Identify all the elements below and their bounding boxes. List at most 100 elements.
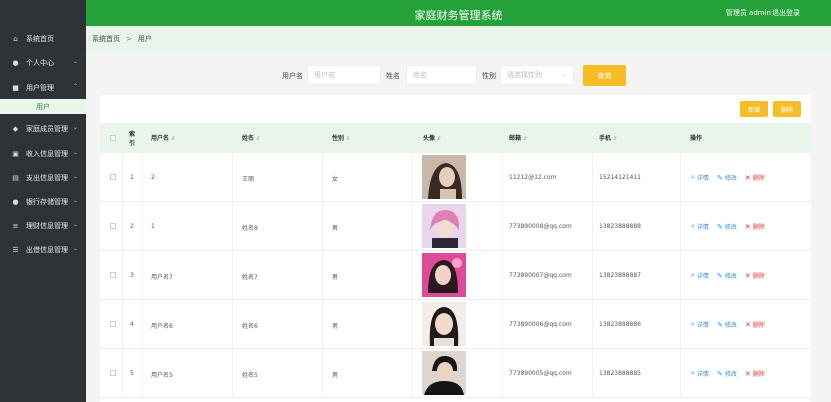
row-email: 773890005@qq.com [509,370,572,377]
app-title: 家庭财务管理系统 [414,9,503,22]
view-button[interactable]: ⌕ 详情 [691,222,709,231]
table-row: 5 用户名5 姓名5 男 773890005@qq.com 1382388888… [100,349,811,398]
sidebar-item-bank[interactable]: ● 银行存储管理 ⌄ [0,190,86,214]
row-name: 姓名7 [242,274,258,281]
sort-icon: ⇵ [256,136,261,142]
view-button[interactable]: ⌕ 详情 [691,369,709,378]
view-label: 详情 [696,224,709,231]
view-button[interactable]: ⌕ 详情 [691,271,709,280]
breadcrumb-home[interactable]: 系统首页 [92,34,120,44]
header-avatar-label: 头像 [423,135,436,142]
gender-select[interactable]: 请选择性别 ⌄ [500,65,574,85]
logout-link[interactable]: 退出登录 [772,8,800,18]
edit-button[interactable]: ✎ 修改 [717,222,737,232]
select-all-checkbox[interactable] [110,135,116,141]
sidebar-item-expense[interactable]: ▤ 支出信息管理 ⌄ [0,166,86,190]
row-phone: 13823888886 [599,321,641,328]
sidebar-item-finance[interactable]: ≡ 理财信息管理 ⌄ [0,214,86,238]
edit-label: 修改 [724,175,737,182]
view-button[interactable]: ⌕ 详情 [691,173,709,182]
header-index[interactable]: 索引 [129,130,139,148]
header-email[interactable]: 邮箱 ⇵ [509,133,527,142]
sidebar-item-income[interactable]: ▣ 收入信息管理 ⌄ [0,142,86,166]
sliders-icon: ≡ [12,222,19,230]
header-phone-label: 手机 [599,135,612,142]
header-phone[interactable]: 手机 ⇵ [599,133,617,142]
edit-button[interactable]: ✎ 修改 [717,173,737,183]
edit-button[interactable]: ✎ 修改 [717,320,737,330]
chevron-down-icon: ⌄ [72,124,78,131]
delete-row-button[interactable]: ✕ 删除 [745,369,765,379]
row-checkbox[interactable] [110,272,116,278]
name-input[interactable]: 姓名 [406,65,477,85]
row-phone: 13823888885 [599,370,641,377]
delete-row-button[interactable]: ✕ 删除 [745,173,765,183]
sidebar-item-home[interactable]: ⌂ 系统首页 [0,27,86,51]
edit-button[interactable]: ✎ 修改 [717,271,737,281]
chat-icon: ■ [12,84,19,92]
table-row: 2 1 姓名8 男 773890008@qq.com 13823888888 ⌕… [100,202,811,251]
sidebar-item-profile[interactable]: ● 个人中心 ⌄ [0,51,86,75]
name-label: 姓名 [386,72,400,80]
sidebar-item-label: 银行存储管理 [26,198,68,206]
username-input[interactable]: 用户名 [307,65,381,85]
chevron-down-icon: ⌄ [72,197,78,204]
sidebar-item-label: 用户管理 [26,84,54,92]
header-name[interactable]: 姓名 ⇵ [242,133,260,142]
close-icon: ✕ [744,320,751,329]
row-gender: 男 [332,274,339,281]
table-row: 4 用户名6 姓名6 男 773890006@qq.com 1382388888… [100,300,811,349]
row-username: 2 [151,174,155,181]
row-phone: 13823888887 [599,272,641,279]
current-user: 管理员 admin [725,9,771,17]
search-icon: ⌕ [691,320,695,328]
gender-select-placeholder: 请选择性别 [507,71,542,79]
sidebar-item-users[interactable]: ■ 用户管理 ⌃ [0,76,86,100]
breadcrumb: 系统首页 > 用户 [86,26,831,51]
search-bar: 用户名 用户名 姓名 姓名 性别 请选择性别 ⌄ 查询 [86,51,831,95]
row-checkbox[interactable] [110,223,116,229]
card-icon: ▤ [12,174,19,182]
delete-label: 删除 [752,371,765,378]
add-button[interactable]: 新增 [740,101,768,117]
row-actions: ⌕ 详情 ✎ 修改 ✕ 删除 [691,320,773,329]
row-index: 3 [130,272,134,279]
table-row: 1 2 王丽 女 11212@12.com 15214121411 ⌕ 详情 ✎ 修… [100,153,811,202]
sidebar-item-family[interactable]: ◆ 家庭成员管理 ⌄ [0,117,86,141]
edit-button[interactable]: ✎ 修改 [717,369,737,379]
row-name: 姓名6 [242,323,258,330]
sidebar-item-lending[interactable]: ☰ 出借信息管理 ⌄ [0,238,86,262]
delete-row-button[interactable]: ✕ 删除 [744,320,765,330]
gender-label: 性别 [482,72,496,80]
sidebar-subitem-user[interactable]: 用户 [0,99,86,114]
row-username: 用户名7 [151,274,173,281]
avatar [422,155,466,199]
delete-row-button[interactable]: ✕ 删除 [745,222,765,232]
avatar [422,302,466,346]
delete-row-button[interactable]: ✕ 删除 [745,271,765,281]
header-avatar[interactable]: 头像 ⇵ [423,133,441,142]
row-checkbox[interactable] [110,174,116,180]
row-email: 773890008@qq.com [509,223,572,230]
sort-icon: ⇵ [523,136,528,142]
row-checkbox[interactable] [110,370,116,376]
sidebar-item-label: 家庭成员管理 [26,125,68,133]
breadcrumb-separator: > [126,34,132,43]
view-button[interactable]: ⌕ 详情 [691,320,709,329]
chevron-up-icon: ⌃ [72,83,78,90]
avatar [422,351,466,395]
delete-button[interactable]: 删除 [773,101,801,117]
header-username[interactable]: 用户名 ⇵ [151,133,175,142]
chevron-down-icon: ⌄ [72,221,78,228]
query-button[interactable]: 查询 [583,65,626,86]
edit-label: 修改 [724,322,737,329]
header-gender[interactable]: 性别 ⇵ [332,133,350,142]
shield-icon: ◆ [12,125,19,133]
sidebar-item-label: 出借信息管理 [26,246,68,254]
row-checkbox[interactable] [110,321,116,327]
row-actions: ⌕ 详情 ✎ 修改 ✕ 删除 [691,173,773,182]
row-actions: ⌕ 详情 ✎ 修改 ✕ 删除 [691,271,773,280]
header-gender-label: 性别 [332,135,345,142]
delete-label: 删除 [752,224,765,231]
table-row: 3 用户名7 姓名7 男 773890007@qq.com 1382388888… [100,251,811,300]
